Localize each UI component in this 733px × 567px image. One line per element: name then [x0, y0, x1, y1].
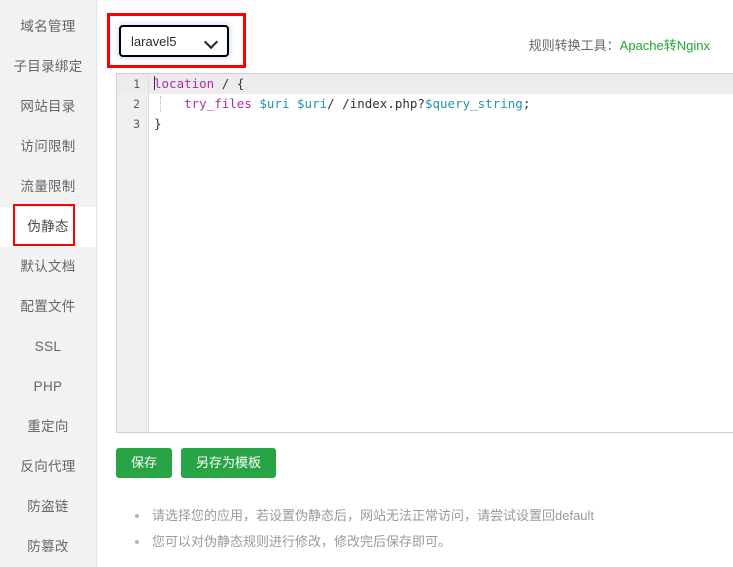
editor-line[interactable]: 3 }: [117, 114, 733, 134]
save-button[interactable]: 保存: [116, 448, 173, 478]
sidebar-item-label: 流量限制: [20, 179, 76, 194]
editor-line-text[interactable]: }: [149, 114, 733, 134]
sidebar-item-default-document[interactable]: 默认文档: [0, 247, 96, 287]
content-panel: laravel5 规则转换工具：Apache转Nginx 1 location …: [97, 0, 733, 567]
sidebar-item-label: 域名管理: [20, 19, 76, 34]
sidebar-item-label: 子目录绑定: [13, 59, 83, 74]
apache-to-nginx-link[interactable]: Apache转Nginx: [620, 38, 710, 53]
save-as-template-button[interactable]: 另存为模板: [181, 448, 277, 478]
sidebar-item-config-file[interactable]: 配置文件: [0, 287, 96, 327]
sidebar-item-hotlink-protection[interactable]: 防盗链: [0, 487, 96, 527]
chevron-down-icon: [205, 37, 219, 46]
editor-line-text[interactable]: try_files $uri $uri/ /index.php?$query_s…: [149, 94, 733, 114]
indent-guide: [160, 96, 161, 112]
sidebar-item-label: 网站目录: [20, 99, 76, 114]
help-notes-list: 请选择您的应用，若设置伪静态后，网站无法正常访问，请尝试设置回default 您…: [135, 503, 594, 555]
sidebar-item-php[interactable]: PHP: [0, 367, 96, 407]
sidebar-item-reverse-proxy[interactable]: 反向代理: [0, 447, 96, 487]
editor-line[interactable]: 2 try_files $uri $uri/ /index.php?$query…: [117, 94, 733, 114]
sidebar: 域名管理 子目录绑定 网站目录 访问限制 流量限制 伪静态 默认文档 配置文件 …: [0, 0, 97, 567]
sidebar-item-ssl[interactable]: SSL: [0, 327, 96, 367]
sidebar-item-redirect[interactable]: 重定向: [0, 407, 96, 447]
toolbar-row: laravel5 规则转换工具：Apache转Nginx: [97, 0, 733, 73]
page-root: 域名管理 子目录绑定 网站目录 访问限制 流量限制 伪静态 默认文档 配置文件 …: [0, 0, 733, 567]
sidebar-item-domain-management[interactable]: 域名管理: [0, 7, 96, 47]
sidebar-item-site-directory[interactable]: 网站目录: [0, 87, 96, 127]
converter-tool-line: 规则转换工具：Apache转Nginx: [529, 35, 710, 54]
sidebar-item-label: 反向代理: [20, 459, 76, 474]
editor-line-number: 2: [117, 94, 149, 114]
sidebar-item-label: 防盗链: [27, 499, 69, 514]
sidebar-item-label: 访问限制: [20, 139, 76, 154]
sidebar-item-traffic-limit[interactable]: 流量限制: [0, 167, 96, 207]
sidebar-item-label: 伪静态: [27, 219, 69, 234]
action-button-row: 保存 另存为模板: [116, 448, 277, 478]
rewrite-template-select-value: laravel5: [131, 33, 177, 49]
converter-tool-label: 规则转换工具：: [528, 38, 620, 53]
sidebar-item-rewrite[interactable]: 伪静态: [0, 207, 96, 247]
list-item: 请选择您的应用，若设置伪静态后，网站无法正常访问，请尝试设置回default: [135, 503, 594, 529]
sidebar-item-tamper-protection[interactable]: 防篡改: [0, 527, 96, 567]
editor-line[interactable]: 1 location / {: [117, 74, 733, 94]
sidebar-item-label: 默认文档: [20, 259, 76, 274]
sidebar-item-label: PHP: [33, 379, 63, 394]
sidebar-item-label: 配置文件: [20, 299, 76, 314]
editor-line-number: 1: [117, 74, 149, 94]
editor-line-text[interactable]: location / {: [149, 74, 733, 94]
rewrite-template-select-wrapper: laravel5: [119, 25, 229, 57]
sidebar-item-subdirectory-binding[interactable]: 子目录绑定: [0, 47, 96, 87]
sidebar-item-label: SSL: [34, 339, 62, 354]
editor-line-number: 3: [117, 114, 149, 134]
sidebar-item-access-restriction[interactable]: 访问限制: [0, 127, 96, 167]
rewrite-template-select[interactable]: laravel5: [119, 25, 229, 57]
sidebar-item-label: 防篡改: [27, 539, 69, 554]
code-editor[interactable]: 1 location / { 2 try_files $uri $uri/ /i…: [116, 73, 733, 433]
sidebar-item-label: 重定向: [27, 419, 69, 434]
list-item: 您可以对伪静态规则进行修改，修改完后保存即可。: [135, 529, 594, 555]
editor-code-area[interactable]: 1 location / { 2 try_files $uri $uri/ /i…: [117, 74, 733, 432]
